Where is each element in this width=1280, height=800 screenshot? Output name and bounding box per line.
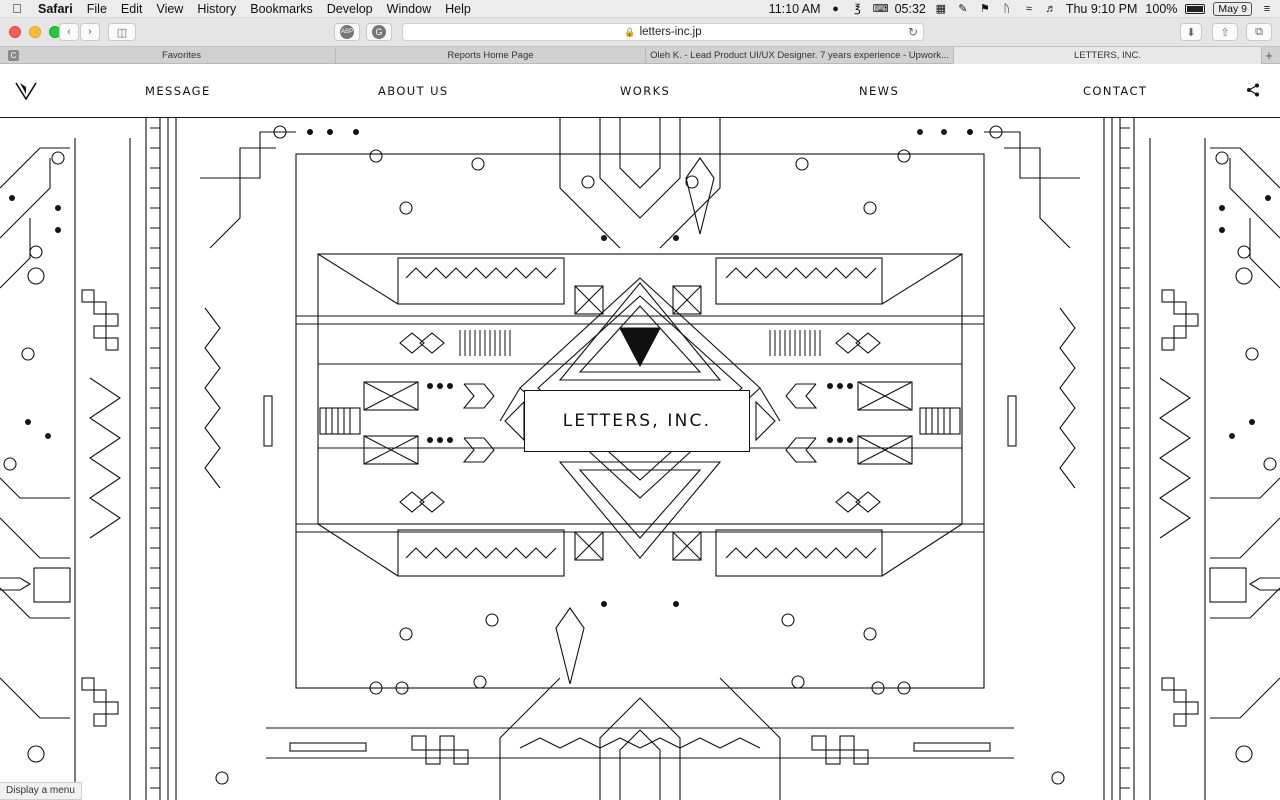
hero-circuit-illustration: LETTERS, INC. [0,118,1280,800]
clock-left[interactable]: 11:10 AM [769,2,821,16]
menu-view[interactable]: View [149,2,190,16]
reload-icon[interactable]: ↻ [908,25,918,39]
url-text: letters-inc.jp [639,26,702,38]
grammarly-button[interactable]: G [366,23,392,41]
apple-menu-icon[interactable]:  [0,1,34,16]
browser-toolbar: ‹ › ◫ ABP G 🔒 letters-inc.jp ↻ ⬇ ⇧ ⧉ [0,18,1280,46]
menu-edit[interactable]: Edit [114,2,150,16]
lock-icon: 🔒 [624,26,636,37]
menu-history[interactable]: History [190,2,243,16]
macos-menu-bar:  Safari File Edit View History Bookmark… [0,0,1280,18]
site-header: MESSAGE ABOUT US WORKS NEWS CONTACT [0,64,1280,118]
nav-about-us[interactable]: ABOUT US [378,84,449,98]
share-sheet-icon: ⇧ [1220,26,1230,39]
downloads-button[interactable]: ⬇ [1180,23,1202,41]
chevron-right-icon: › [88,26,92,38]
share-icon[interactable] [1246,83,1260,97]
bluetooth-icon[interactable]: ᚢ [1000,3,1014,15]
tab-bar: C Favorites Reports Home Page Oleh K. - … [0,46,1280,64]
tab-favorites[interactable]: Favorites [28,47,336,64]
new-tab-icon[interactable]: + [1262,47,1276,64]
flag-us-icon[interactable]: ⚑ [978,3,992,15]
minimize-window-button[interactable] [29,26,41,38]
date-badge[interactable]: May 9 [1213,2,1252,16]
pomodoro-icon[interactable]: ⌨ [873,3,889,15]
nav-news[interactable]: NEWS [859,84,899,98]
nav-message[interactable]: MESSAGE [145,84,211,98]
tabs-icon: ⧉ [1255,25,1263,38]
battery-percent[interactable]: 100% [1145,2,1177,16]
nav-contact[interactable]: CONTACT [1083,84,1147,98]
menu-bookmarks[interactable]: Bookmarks [243,2,320,16]
tab-label: LETTERS, INC. [1073,50,1142,61]
adblock-button[interactable]: ABP [334,23,360,41]
tab-reports-home[interactable]: Reports Home Page [336,47,646,64]
hero-title: LETTERS, INC. [524,390,750,452]
sidebar-toggle-button[interactable]: ◫ [108,23,136,41]
nav-works[interactable]: WORKS [620,84,670,98]
tab-upwork[interactable]: Oleh K. - Lead Product UI/UX Designer. 7… [646,47,954,64]
tab-label: Reports Home Page [447,50,534,61]
battery-icon[interactable] [1185,4,1206,14]
menu-file[interactable]: File [80,2,114,16]
address-bar[interactable]: 🔒 letters-inc.jp ↻ [402,23,924,41]
close-window-button[interactable] [9,26,21,38]
user-avatar-icon[interactable]: ● [829,3,843,15]
menu-app-safari[interactable]: Safari [34,2,80,16]
letters-logo-icon[interactable] [15,82,37,100]
menu-help[interactable]: Help [438,2,478,16]
sidebar-icon: ◫ [116,26,128,39]
pen-icon[interactable]: ✎ [956,3,970,15]
paperclip-icon[interactable]: ℥ [851,3,865,15]
tabs-overview-button[interactable]: ⧉ [1246,23,1272,41]
chevron-left-icon: ‹ [67,26,71,38]
datetime[interactable]: Thu 9:10 PM [1066,2,1138,16]
window-controls [9,26,61,38]
back-button[interactable]: ‹ [59,23,79,41]
tab-letters-inc[interactable]: LETTERS, INC. [954,47,1262,64]
volume-icon[interactable]: ♬ [1044,3,1058,15]
wifi-icon[interactable]: ≈ [1022,3,1036,15]
adblock-icon: ABP [340,25,354,39]
timer-readout[interactable]: 05:32 [895,2,926,16]
status-bar: Display a menu [0,782,82,800]
forward-button[interactable]: › [80,23,100,41]
notification-center-icon[interactable]: ≡ [1260,3,1274,15]
menu-window[interactable]: Window [380,2,438,16]
grammarly-icon: G [372,25,386,39]
menu-develop[interactable]: Develop [320,2,380,16]
tab-label: Favorites [161,50,202,61]
tab-label: Oleh K. - Lead Product UI/UX Designer. 7… [650,50,949,61]
share-toolbar-button[interactable]: ⇧ [1212,23,1238,41]
calendar-icon[interactable]: ▦ [934,3,948,15]
circuit-art [0,118,1280,800]
menu-extras: 11:10 AM ● ℥ ⌨ 05:32 ▦ ✎ ⚑ ᚢ ≈ ♬ Thu 9:1… [769,0,1274,18]
pinned-tab-icon[interactable]: C [8,50,19,61]
download-icon: ⬇ [1186,26,1196,39]
